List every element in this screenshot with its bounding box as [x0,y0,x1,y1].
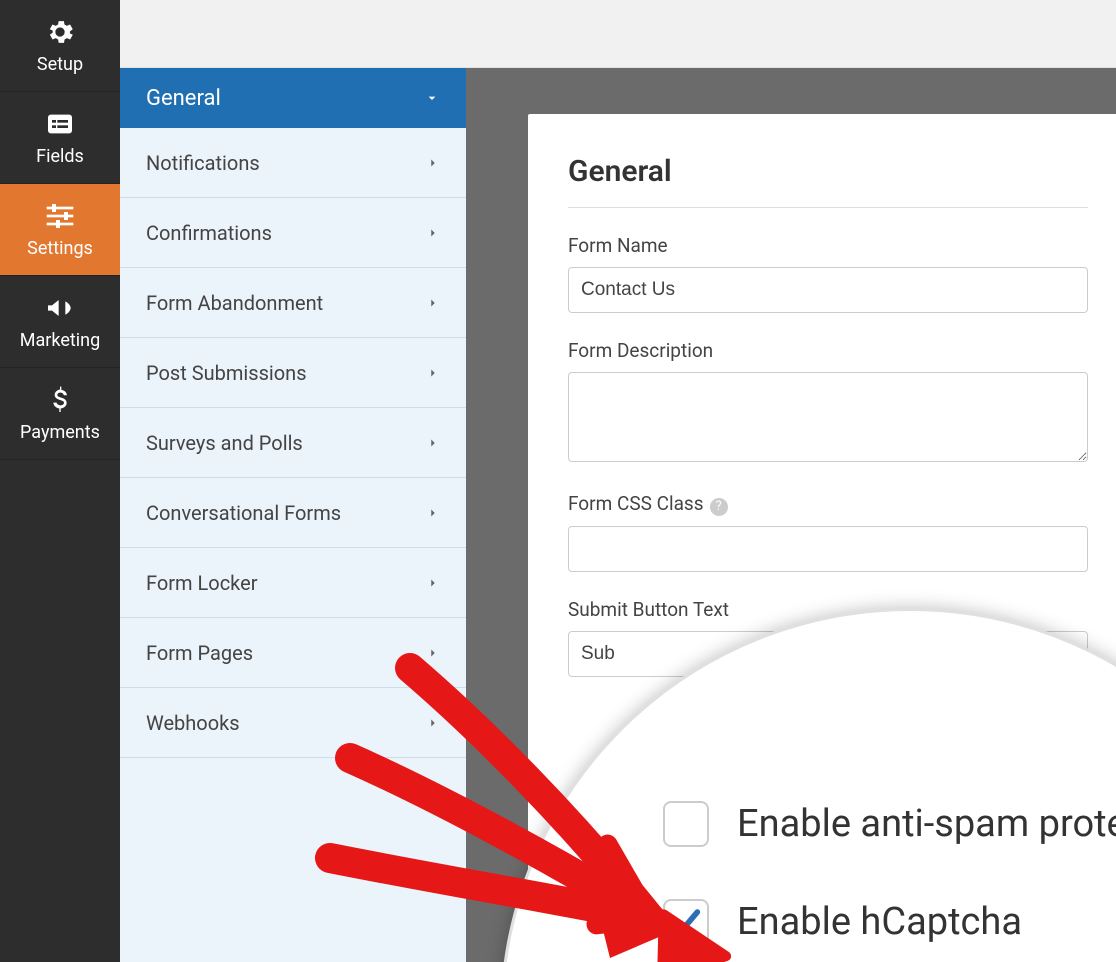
settings-item-notifications[interactable]: Notifications [120,128,466,198]
top-bar [120,0,1116,68]
help-icon[interactable]: ? [710,498,728,516]
settings-item-form-locker[interactable]: Form Locker [120,548,466,618]
dollar-icon [44,384,76,416]
field-form-description: Form Description [568,339,1088,466]
settings-item-surveys-polls[interactable]: Surveys and Polls [120,408,466,478]
iconbar-item-marketing[interactable]: Marketing [0,276,120,368]
settings-item-label: Form Locker [146,571,258,595]
settings-item-label: Post Submissions [146,361,307,385]
checkbox-row-antispam[interactable]: Enable anti-spam protec [663,801,1116,847]
chevron-right-icon [426,436,440,450]
settings-item-label: Form Abandonment [146,291,323,315]
iconbar-label: Settings [27,238,93,259]
form-name-input[interactable] [568,267,1088,313]
field-form-name: Form Name [568,234,1088,313]
left-icon-bar: Setup Fields Settings Marketing Payments [0,0,120,962]
form-name-label: Form Name [568,234,1088,257]
iconbar-label: Marketing [20,330,100,351]
chevron-right-icon [426,296,440,310]
settings-item-webhooks[interactable]: Webhooks [120,688,466,758]
iconbar-label: Fields [36,146,84,167]
checkbox-antispam-label: Enable anti-spam protec [737,802,1116,846]
settings-item-label: Notifications [146,151,260,175]
iconbar-label: Payments [20,422,100,443]
settings-panel-header-label: General [146,86,221,111]
form-css-class-input[interactable] [568,526,1088,572]
checkmark-icon [669,905,703,939]
settings-item-label: Form Pages [146,641,253,665]
iconbar-label: Setup [37,54,83,75]
chevron-right-icon [426,576,440,590]
checkbox-hcaptcha-label: Enable hCaptcha [737,900,1022,944]
form-heading: General [568,154,1088,208]
checkbox-row-hcaptcha[interactable]: Enable hCaptcha [663,899,1116,945]
settings-item-label: Conversational Forms [146,501,341,525]
settings-item-label: Webhooks [146,711,240,735]
chevron-down-icon [424,90,440,106]
settings-panel: General Notifications Confirmations Form… [120,68,466,962]
settings-panel-header[interactable]: General [120,68,466,128]
sliders-icon [44,200,76,232]
settings-item-form-pages[interactable]: Form Pages [120,618,466,688]
checkbox-hcaptcha[interactable] [663,899,709,945]
field-form-css-class: Form CSS Class? [568,492,1088,572]
settings-item-label: Confirmations [146,221,272,245]
iconbar-item-payments[interactable]: Payments [0,368,120,460]
gear-icon [44,16,76,48]
settings-item-post-submissions[interactable]: Post Submissions [120,338,466,408]
form-css-class-label: Form CSS Class? [568,492,1088,516]
iconbar-item-fields[interactable]: Fields [0,92,120,184]
chevron-right-icon [426,366,440,380]
form-description-input[interactable] [568,372,1088,462]
settings-item-form-abandonment[interactable]: Form Abandonment [120,268,466,338]
settings-item-conversational-forms[interactable]: Conversational Forms [120,478,466,548]
list-icon [44,108,76,140]
iconbar-item-settings[interactable]: Settings [0,184,120,276]
settings-item-confirmations[interactable]: Confirmations [120,198,466,268]
iconbar-item-setup[interactable]: Setup [0,0,120,92]
chevron-right-icon [426,646,440,660]
settings-item-label: Surveys and Polls [146,431,303,455]
checkbox-antispam[interactable] [663,801,709,847]
chevron-right-icon [426,226,440,240]
chevron-right-icon [426,156,440,170]
chevron-right-icon [426,716,440,730]
form-description-label: Form Description [568,339,1088,362]
chevron-right-icon [426,506,440,520]
bullhorn-icon [44,292,76,324]
workspace: General Notifications Confirmations Form… [120,0,1116,962]
